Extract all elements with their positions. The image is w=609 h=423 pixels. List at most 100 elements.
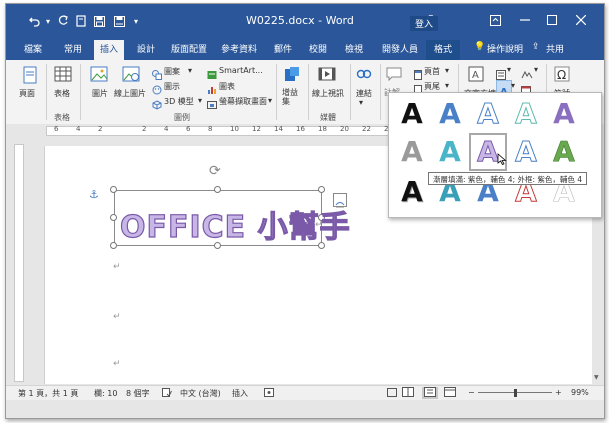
zoom-out-button[interactable]: − (468, 388, 475, 397)
resize-handle[interactable] (110, 242, 117, 249)
wordart-style-2[interactable]: A (433, 97, 467, 131)
wordart-dropdown-icon[interactable]: ▾ (511, 81, 515, 90)
undo-dropdown-icon[interactable]: ▾ (44, 13, 52, 29)
redo-icon[interactable] (56, 13, 70, 29)
zoom-slider-thumb[interactable] (514, 389, 517, 397)
separator (46, 64, 47, 120)
customize-toolbar-icon[interactable]: ▾ (131, 13, 141, 29)
tab-insert[interactable]: 插入 (94, 40, 125, 60)
rotate-handle-icon[interactable]: ⟳ (209, 164, 223, 178)
3d-model-dropdown-icon[interactable]: ▾ (198, 96, 202, 105)
wordart-style-10[interactable]: A (547, 135, 581, 169)
wordart-style-3[interactable]: A (471, 97, 505, 131)
chart-button[interactable]: 圖表 (219, 81, 235, 92)
tab-references[interactable]: 參考資料 (221, 42, 257, 55)
footer-dropdown-icon[interactable]: ▾ (445, 81, 449, 90)
minimize-icon[interactable] (517, 12, 533, 28)
page-icon[interactable] (23, 66, 37, 88)
footer-button[interactable]: 頁尾 (424, 81, 440, 92)
text-format-icon[interactable] (74, 13, 88, 29)
header-dropdown-icon[interactable]: ▾ (445, 66, 449, 75)
tab-format[interactable]: 格式 (426, 40, 461, 60)
scroll-down-icon[interactable]: ▼ (594, 374, 599, 381)
save-icon[interactable] (92, 13, 106, 29)
tab-layout[interactable]: 版面配置 (171, 42, 207, 55)
table-icon[interactable] (54, 66, 72, 86)
illustrations-group-label: 圖例 (174, 113, 190, 122)
ruler-number: 4 (76, 125, 81, 133)
wordart-style-11[interactable]: A (395, 175, 429, 209)
wordart-style-9[interactable]: A (509, 135, 543, 169)
tab-home[interactable]: 常用 (64, 42, 82, 55)
resize-handle[interactable] (110, 214, 117, 221)
print-layout-icon[interactable] (422, 387, 438, 399)
read-mode-icon[interactable] (402, 387, 414, 399)
close-icon[interactable] (573, 12, 589, 28)
tell-me-box[interactable]: 操作說明 (487, 42, 523, 55)
wordart-style-4[interactable]: A (509, 97, 543, 131)
quick-parts-dropdown-icon[interactable]: ▾ (507, 65, 511, 74)
addins-icon[interactable] (284, 66, 300, 86)
wordart-style-7[interactable]: A (433, 135, 467, 169)
tab-view[interactable]: 檢視 (345, 42, 363, 55)
resize-handle[interactable] (214, 186, 221, 193)
table-button[interactable]: 表格 (54, 88, 70, 99)
proofing-icon[interactable] (162, 388, 172, 399)
online-video-icon[interactable] (318, 66, 336, 86)
page-count-status[interactable]: 第 1 頁，共 1 頁 (18, 388, 78, 399)
screenshot-icon[interactable] (207, 95, 217, 114)
picture-icon[interactable] (90, 66, 108, 86)
tab-developer[interactable]: 開發人員 (382, 42, 418, 55)
sign-in-button[interactable]: 登入 (410, 16, 439, 31)
addins-button[interactable]: 增益集 (282, 88, 302, 106)
web-layout-icon[interactable] (444, 387, 456, 399)
share-icon[interactable]: ⇪ (532, 42, 540, 52)
links-icon[interactable] (356, 66, 372, 86)
shapes-dropdown-icon[interactable]: ▾ (188, 66, 192, 75)
online-picture-icon[interactable] (122, 66, 140, 86)
wordart-style-6[interactable]: A (395, 135, 429, 169)
zoom-in-button[interactable]: + (555, 388, 562, 397)
comment-icon[interactable] (386, 66, 402, 85)
shapes-button[interactable]: 圖案 (164, 66, 180, 77)
share-button[interactable]: 共用 (546, 42, 564, 55)
undo-icon[interactable] (28, 13, 42, 29)
wordart-style-5[interactable]: A (547, 97, 581, 131)
word-count-status[interactable]: 8 個字 (126, 388, 150, 399)
links-dropdown-icon[interactable]: ▾ (359, 98, 363, 107)
smartart-button[interactable]: SmartArt... (219, 66, 263, 75)
ribbon-display-options-icon[interactable] (487, 12, 503, 28)
header-button[interactable]: 頁首 (424, 66, 440, 77)
omega-symbol-icon[interactable]: Ω (554, 66, 570, 86)
online-picture-button[interactable]: 線上圖片 (114, 88, 146, 99)
screenshot-dropdown-icon[interactable]: ▾ (268, 96, 272, 105)
column-status[interactable]: 欄: 10 (94, 388, 117, 399)
resize-handle[interactable] (110, 186, 117, 193)
signature-dropdown-icon[interactable]: ▾ (534, 65, 538, 74)
page-button[interactable]: 頁面 (19, 88, 35, 99)
3d-model-icon[interactable] (152, 95, 162, 114)
svg-text:Ω: Ω (557, 68, 566, 82)
tab-design[interactable]: 設計 (137, 42, 155, 55)
maximize-icon[interactable] (544, 12, 560, 28)
picture-button[interactable]: 圖片 (92, 88, 108, 99)
save-as-icon[interactable] (112, 13, 126, 29)
online-video-button[interactable]: 線上視訊 (312, 88, 344, 99)
insert-mode-status[interactable]: 插入 (232, 388, 248, 399)
language-status[interactable]: 中文 (台灣) (180, 388, 221, 399)
tab-review[interactable]: 校閱 (309, 42, 327, 55)
resize-handle[interactable] (318, 186, 325, 193)
textbox-icon[interactable]: A (468, 66, 484, 86)
vertical-ruler[interactable] (14, 144, 24, 382)
3d-model-button[interactable]: 3D 模型 (164, 96, 194, 107)
wordart-style-1[interactable]: A (395, 97, 429, 131)
macro-recording-icon[interactable] (264, 388, 274, 399)
tab-file[interactable]: 檔案 (24, 42, 42, 55)
ruler-number: 2 (142, 125, 147, 133)
screenshot-button[interactable]: 螢幕擷取畫面 (219, 96, 267, 107)
layout-options-icon[interactable] (333, 193, 347, 208)
focus-mode-icon[interactable] (387, 388, 397, 399)
zoom-level[interactable]: 99% (571, 388, 589, 397)
tab-mailings[interactable]: 郵件 (274, 42, 292, 55)
icons-button[interactable]: 圖示 (164, 81, 180, 92)
